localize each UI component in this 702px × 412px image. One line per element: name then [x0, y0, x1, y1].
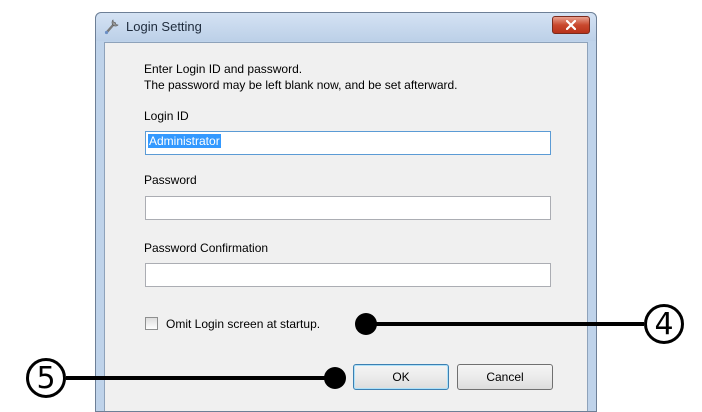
callout-4-badge: 4 [644, 304, 684, 344]
ok-button[interactable]: OK [353, 364, 449, 390]
close-button[interactable] [552, 16, 590, 34]
callout-4-number: 4 [654, 306, 674, 342]
wrench-icon [104, 19, 119, 35]
cancel-button[interactable]: Cancel [457, 364, 553, 390]
instruction-line-2: The password may be left blank now, and … [144, 78, 458, 92]
callout-5-badge: 5 [26, 358, 66, 398]
window-title: Login Setting [126, 19, 202, 34]
callout-5-dot [324, 367, 346, 389]
login-id-input[interactable]: Administrator [145, 131, 551, 155]
login-id-value: Administrator [148, 134, 221, 148]
instruction-line-1: Enter Login ID and password. [144, 62, 303, 76]
omit-login-label[interactable]: Omit Login screen at startup. [166, 317, 320, 331]
password-confirmation-input[interactable] [145, 263, 551, 287]
password-confirmation-label: Password Confirmation [144, 241, 269, 255]
callout-4-dot [355, 313, 377, 335]
dialog-body: Enter Login ID and password. The passwor… [104, 42, 588, 411]
callout-5-line [66, 376, 340, 380]
close-icon [566, 20, 576, 30]
login-setting-dialog: Login Setting Enter Login ID and passwor… [95, 12, 597, 412]
callout-4-line [370, 322, 644, 326]
ok-button-label: OK [392, 370, 410, 384]
callout-5-number: 5 [36, 360, 56, 396]
password-label: Password [144, 173, 197, 187]
title-bar[interactable]: Login Setting [96, 13, 596, 41]
omit-login-checkbox[interactable] [145, 317, 158, 330]
login-id-label: Login ID [144, 109, 189, 123]
cancel-button-label: Cancel [486, 370, 524, 384]
password-input[interactable] [145, 196, 551, 220]
